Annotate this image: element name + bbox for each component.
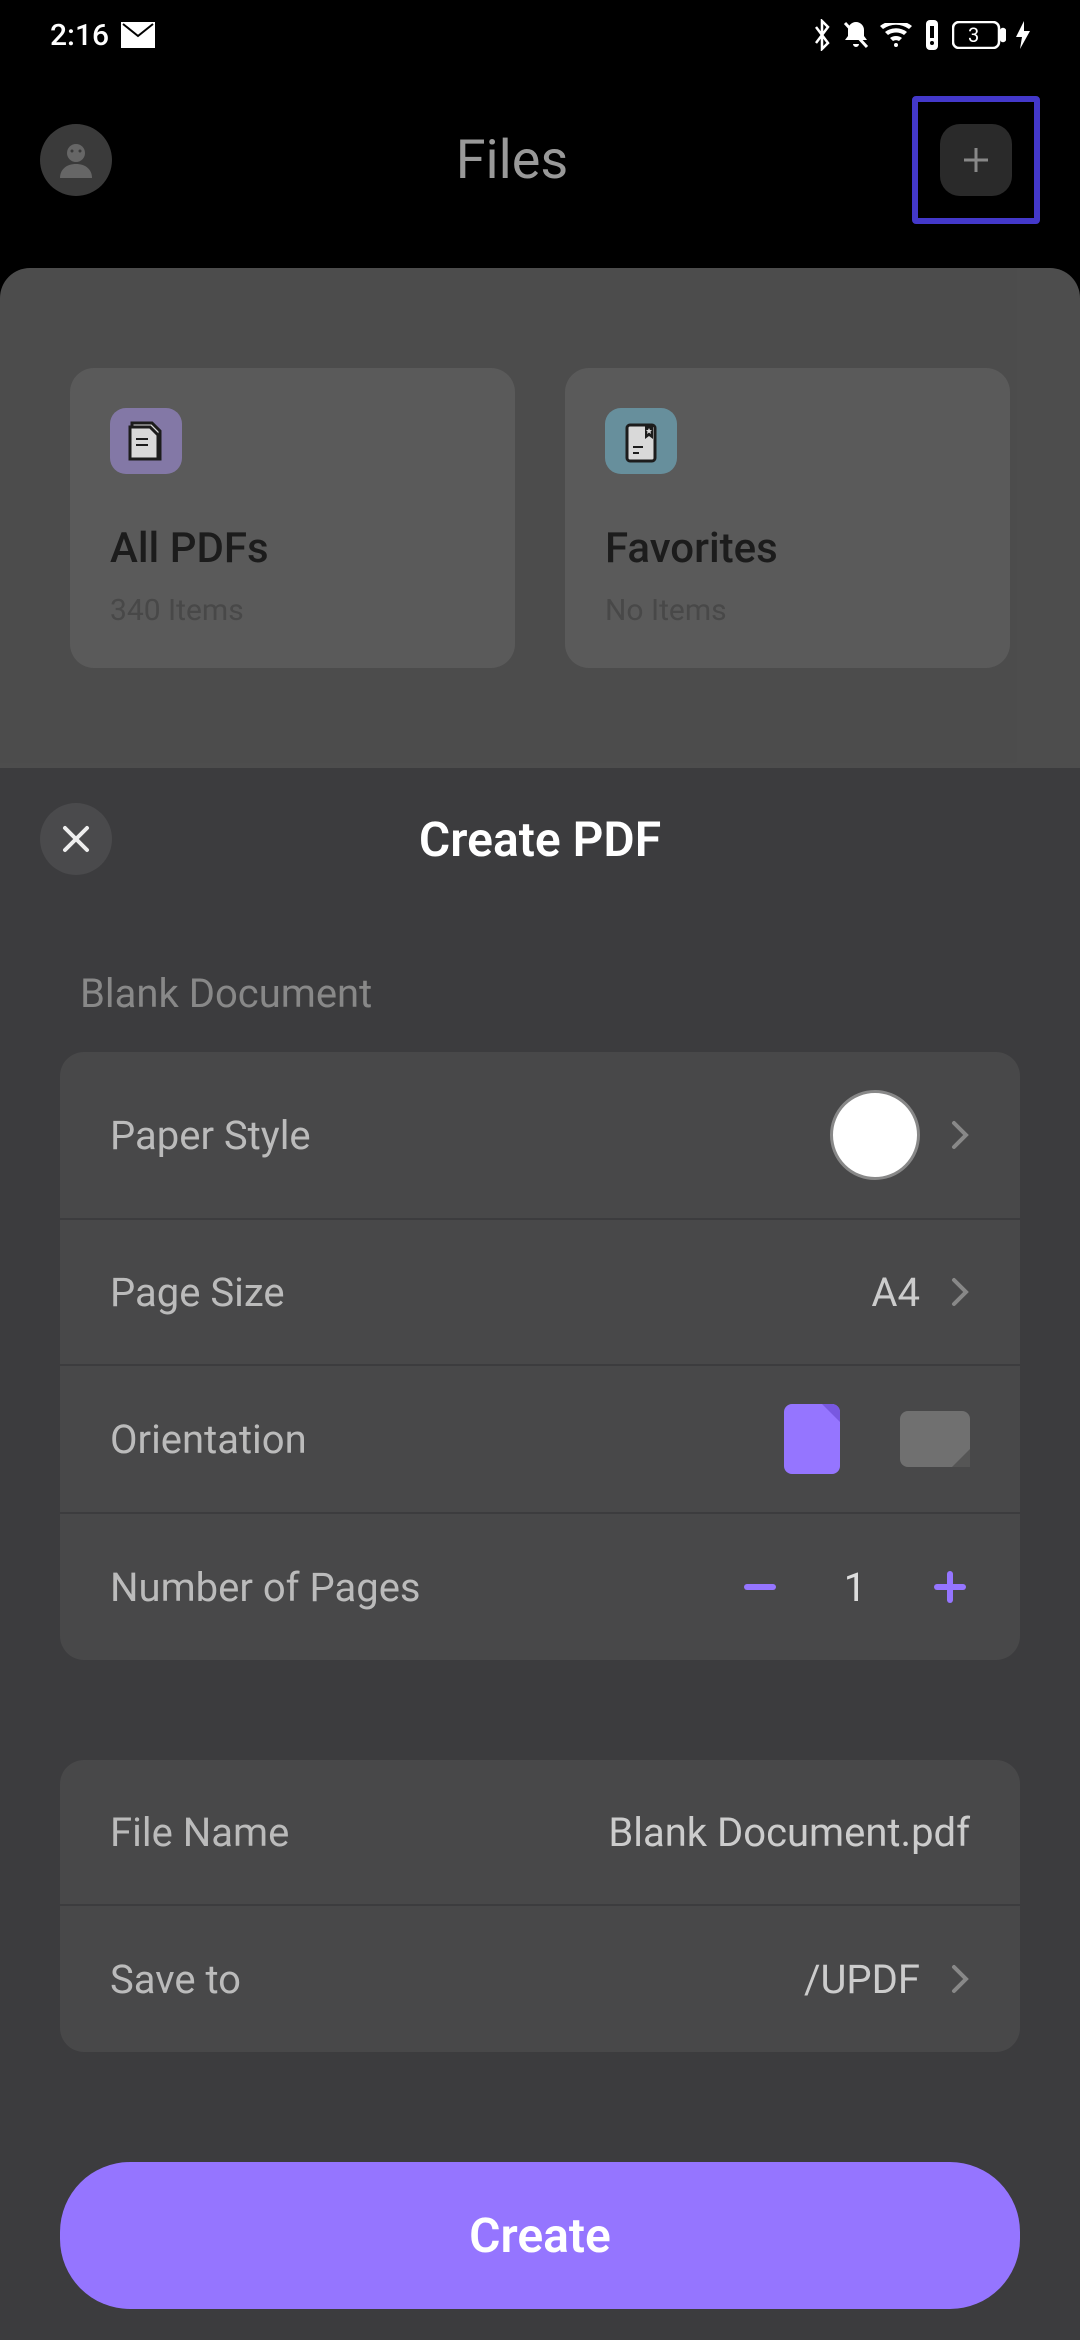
status-time: 2:16: [50, 18, 109, 53]
row-label: File Name: [110, 1809, 289, 1856]
wifi-icon: [880, 23, 912, 47]
create-pdf-modal: Create PDF Blank Document Paper Style Pa…: [0, 768, 1080, 2340]
close-button[interactable]: [40, 803, 112, 875]
orientation-row: Orientation: [60, 1366, 1020, 1514]
card-subtitle: No Items: [605, 593, 970, 628]
add-button-highlight: [912, 96, 1040, 224]
pdf-icon: [110, 408, 182, 474]
file-settings-group: File Name Blank Document.pdf Save to /UP…: [60, 1760, 1020, 2052]
row-label: Orientation: [110, 1416, 307, 1463]
warning-icon: [922, 20, 942, 50]
notifications-off-icon: [842, 20, 870, 50]
row-label: Number of Pages: [110, 1564, 421, 1611]
app-header: Files: [0, 70, 1080, 250]
save-to-row[interactable]: Save to /UPDF: [60, 1906, 1020, 2052]
bluetooth-icon: [812, 19, 832, 51]
pages-value: 1: [840, 1564, 870, 1611]
page-size-value: A4: [871, 1269, 920, 1316]
card-subtitle: 340 Items: [110, 593, 475, 628]
avatar[interactable]: [40, 124, 112, 196]
favorites-icon: [605, 408, 677, 474]
orientation-landscape-button[interactable]: [900, 1411, 970, 1467]
modal-title: Create PDF: [419, 811, 661, 868]
battery-icon: 3: [952, 21, 1006, 49]
create-button[interactable]: Create: [60, 2162, 1020, 2309]
chevron-right-icon: [950, 1117, 970, 1153]
mail-icon: [121, 22, 155, 48]
pages-row: Number of Pages 1: [60, 1514, 1020, 1660]
paper-style-row[interactable]: Paper Style: [60, 1052, 1020, 1220]
card-title: All PDFs: [110, 524, 475, 573]
orientation-portrait-button[interactable]: [784, 1404, 840, 1474]
files-background: All PDFs 340 Items Favorites No Items: [0, 268, 1080, 768]
paper-style-preview: [830, 1090, 920, 1180]
file-name-row[interactable]: File Name Blank Document.pdf: [60, 1760, 1020, 1906]
save-to-value: /UPDF: [804, 1956, 920, 2003]
decrease-pages-button[interactable]: [740, 1584, 780, 1590]
chevron-right-icon: [950, 1274, 970, 1310]
page-size-row[interactable]: Page Size A4: [60, 1220, 1020, 1366]
all-pdfs-card: All PDFs 340 Items: [70, 368, 515, 668]
charging-icon: [1016, 21, 1030, 49]
add-button[interactable]: [940, 124, 1012, 196]
status-bar: 2:16 3: [0, 0, 1080, 70]
page-title: Files: [456, 129, 569, 192]
row-label: Paper Style: [110, 1112, 311, 1159]
section-label: Blank Document: [0, 910, 1080, 1052]
favorites-card: Favorites No Items: [565, 368, 1010, 668]
file-name-value: Blank Document.pdf: [608, 1809, 970, 1856]
card-title: Favorites: [605, 524, 970, 573]
row-label: Save to: [110, 1956, 241, 2003]
chevron-right-icon: [950, 1961, 970, 1997]
document-settings-group: Paper Style Page Size A4 Orientation Num…: [60, 1052, 1020, 1660]
increase-pages-button[interactable]: [930, 1571, 970, 1603]
row-label: Page Size: [110, 1269, 285, 1316]
